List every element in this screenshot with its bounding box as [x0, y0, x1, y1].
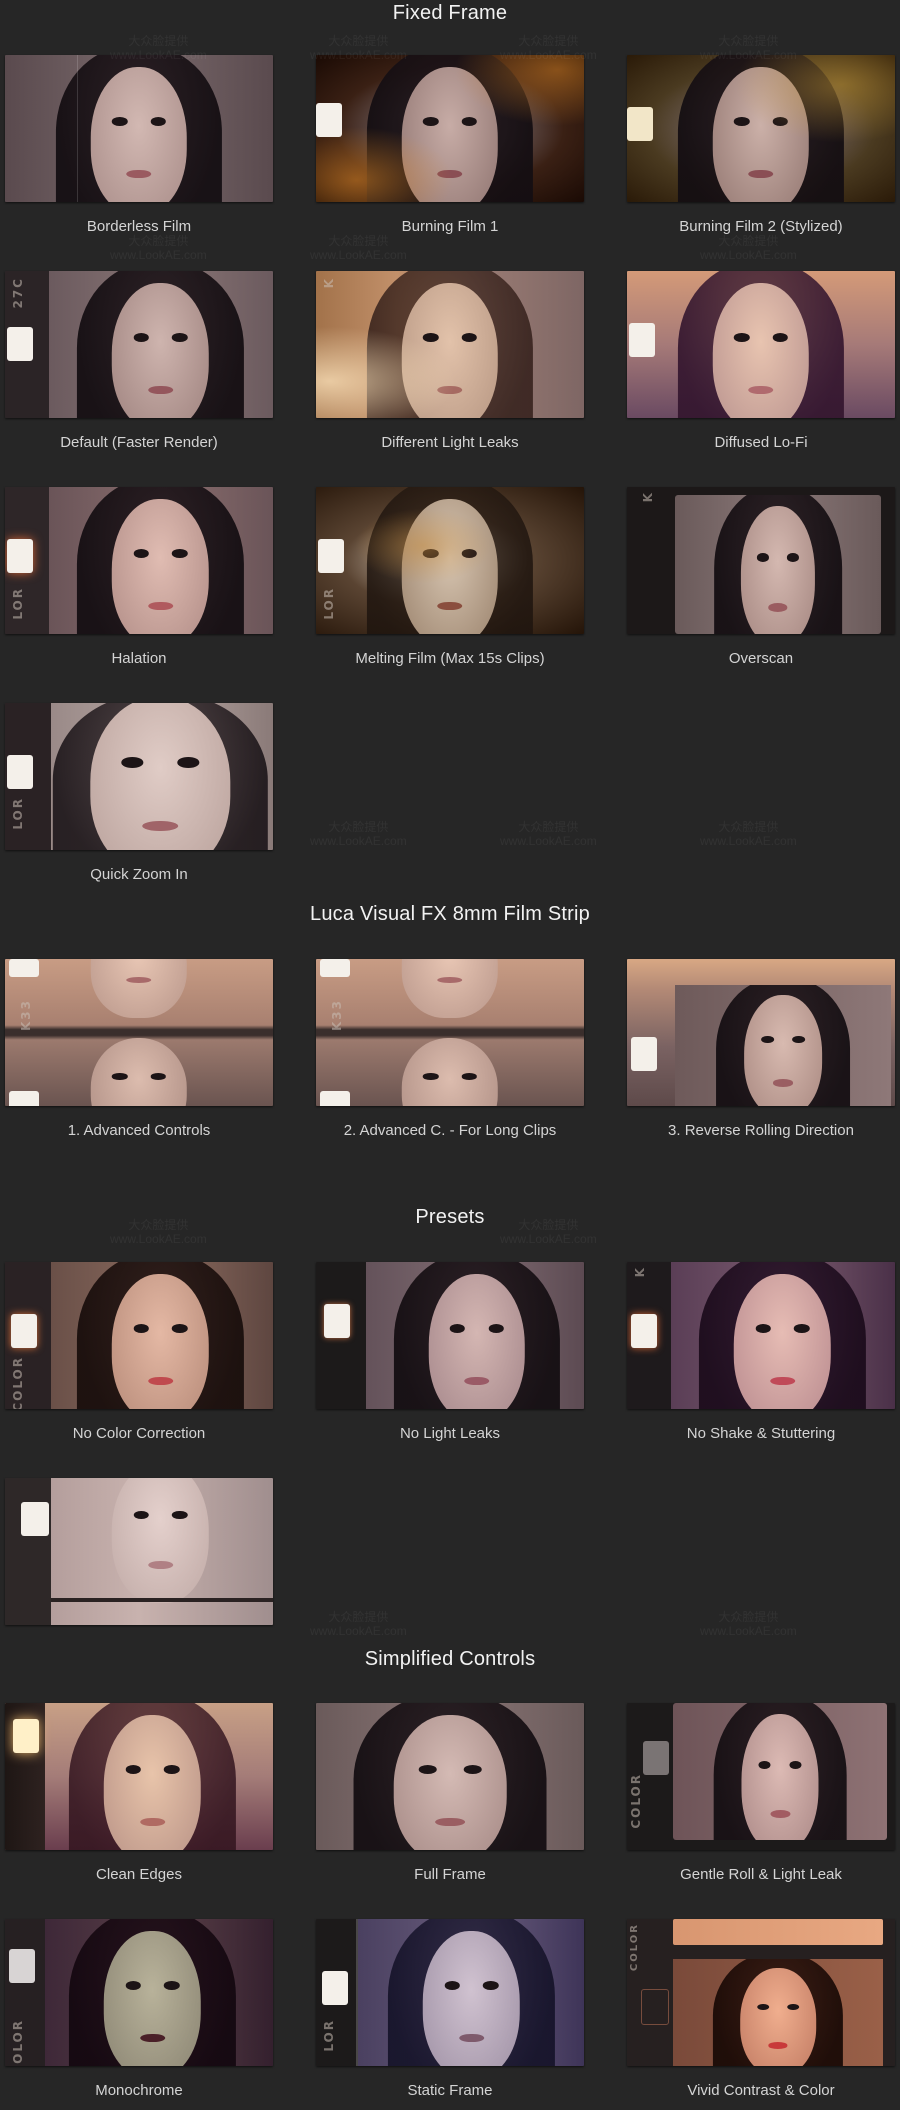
preset-tile-static-frame[interactable]: LOR Static Frame: [316, 1919, 584, 2099]
preset-thumbnail[interactable]: [316, 1703, 584, 1850]
watermark: 大众脸提供www.LookAE.com: [310, 820, 407, 848]
preset-name: Vivid Contrast & Color: [687, 2082, 835, 2099]
preset-thumbnail[interactable]: LOR: [316, 1919, 584, 2066]
preset-tile-advanced-controls[interactable]: K33 1. Advanced Controls: [5, 959, 273, 1139]
section-title-fixed-frame: Fixed Frame: [392, 2, 508, 24]
film-edge-code: COLOR: [11, 1356, 25, 1409]
preset-tile-no-shake-stuttering[interactable]: K No Shake & Stuttering: [627, 1262, 895, 1442]
preset-name: 2. Advanced C. - For Long Clips: [343, 1122, 557, 1139]
preset-thumbnail[interactable]: K: [627, 1262, 895, 1409]
preset-thumbnail[interactable]: COLOR: [627, 1919, 895, 2066]
preset-thumbnail[interactable]: [316, 55, 584, 202]
section-title-8mm-film-strip: Luca Visual FX 8mm Film Strip: [310, 903, 590, 925]
preset-thumbnail[interactable]: [316, 1262, 584, 1409]
preset-tile-overscan[interactable]: K Overscan: [627, 487, 895, 667]
preset-name: Static Frame: [407, 2082, 493, 2099]
preset-thumbnail[interactable]: [5, 1703, 273, 1850]
film-edge-code: COLOR: [629, 1773, 643, 1829]
watermark: 大众脸提供www.LookAE.com: [500, 820, 597, 848]
preset-thumbnail[interactable]: [5, 55, 273, 202]
preset-thumbnail[interactable]: K33: [5, 959, 273, 1106]
preset-thumbnail[interactable]: 27C: [5, 271, 273, 418]
preset-thumbnail[interactable]: COLOR: [5, 1262, 273, 1409]
film-edge-code: COLOR: [629, 1923, 640, 1972]
film-edge-code: LOR: [322, 2019, 336, 2052]
preset-tile-quick-zoom-in[interactable]: LOR Quick Zoom In: [5, 703, 273, 883]
preset-tile-vivid-contrast-color[interactable]: COLOR Vivid Contrast & Color: [627, 1919, 895, 2099]
preset-thumbnail[interactable]: [5, 1478, 273, 1625]
preset-tile-no-light-leaks[interactable]: No Light Leaks: [316, 1262, 584, 1442]
preset-thumbnail[interactable]: COLOR: [5, 1919, 273, 2066]
preset-tile-halation[interactable]: LOR Halation: [5, 487, 273, 667]
preset-thumbnail[interactable]: K: [316, 271, 584, 418]
watermark: 大众脸提供www.LookAE.com: [700, 1610, 797, 1638]
preset-name: Melting Film (Max 15s Clips): [355, 650, 545, 667]
preset-thumbnail[interactable]: K33: [316, 959, 584, 1106]
preset-tile-borderless-film[interactable]: Borderless Film: [5, 55, 273, 235]
film-edge-code: K: [641, 491, 655, 503]
film-edge-code: K33: [19, 999, 33, 1031]
preset-name: Monochrome: [95, 2082, 183, 2099]
preset-tile-full-frame[interactable]: Full Frame: [316, 1703, 584, 1883]
preset-thumbnail[interactable]: LOR: [316, 487, 584, 634]
preset-thumbnail[interactable]: COLOR: [627, 1703, 895, 1850]
film-edge-code: K: [633, 1266, 647, 1278]
film-edge-code: K: [322, 277, 336, 289]
preset-tile-burning-film-1[interactable]: Burning Film 1: [316, 55, 584, 235]
section-title-simplified-controls: Simplified Controls: [364, 1648, 536, 1670]
film-edge-code: LOR: [11, 587, 25, 620]
watermark: 大众脸提供www.LookAE.com: [110, 234, 207, 262]
preset-tile-different-light-leaks[interactable]: K Different Light Leaks: [316, 271, 584, 451]
preset-thumbnail[interactable]: [627, 55, 895, 202]
preset-thumbnail[interactable]: [627, 271, 895, 418]
film-edge-code: 27C: [11, 277, 25, 309]
preset-tile-no-color-correction[interactable]: COLOR No Color Correction: [5, 1262, 273, 1442]
preset-name: Halation: [111, 650, 167, 667]
section-title-presets: Presets: [415, 1206, 485, 1228]
preset-name: No Light Leaks: [399, 1425, 501, 1442]
preset-name: 1. Advanced Controls: [67, 1122, 211, 1139]
preset-thumbnail[interactable]: LOR: [5, 703, 273, 850]
preset-tile-rolling-strip[interactable]: [5, 1478, 273, 1641]
preset-tile-reverse-rolling-direction[interactable]: 3. Reverse Rolling Direction: [627, 959, 895, 1139]
film-edge-code: K33: [330, 999, 344, 1031]
preset-tile-melting-film[interactable]: LOR Melting Film (Max 15s Clips): [316, 487, 584, 667]
film-edge-code: LOR: [11, 797, 25, 830]
preset-name: 3. Reverse Rolling Direction: [668, 1122, 854, 1139]
preset-name: Diffused Lo-Fi: [714, 434, 808, 451]
preset-tile-default-faster-render[interactable]: 27C Default (Faster Render): [5, 271, 273, 451]
preset-thumbnail[interactable]: K: [627, 487, 895, 634]
preset-tile-advanced-c-for-long-clips[interactable]: K33 2. Advanced C. - For Long Clips: [316, 959, 584, 1139]
film-edge-code: LOR: [322, 587, 336, 620]
preset-name: Borderless Film: [86, 218, 192, 235]
film-edge-code: COLOR: [11, 2019, 25, 2066]
watermark: 大众脸提供www.LookAE.com: [310, 234, 407, 262]
preset-name: No Shake & Stuttering: [686, 1425, 836, 1442]
preset-name: Full Frame: [414, 1866, 486, 1883]
preset-name: Burning Film 2 (Stylized): [679, 218, 843, 235]
watermark: 大众脸提供www.LookAE.com: [310, 1610, 407, 1638]
preset-name: No Color Correction: [72, 1425, 206, 1442]
preset-tile-diffused-lo-fi[interactable]: Diffused Lo-Fi: [627, 271, 895, 451]
preset-name: Different Light Leaks: [381, 434, 519, 451]
preset-name: Gentle Roll & Light Leak: [680, 1866, 842, 1883]
preset-name: Quick Zoom In: [90, 866, 188, 883]
preset-tile-clean-edges[interactable]: Clean Edges: [5, 1703, 273, 1883]
preset-thumbnail[interactable]: LOR: [5, 487, 273, 634]
preset-name: Burning Film 1: [401, 218, 499, 235]
preset-thumbnail[interactable]: [627, 959, 895, 1106]
watermark: 大众脸提供www.LookAE.com: [700, 234, 797, 262]
preset-name: Clean Edges: [96, 1866, 182, 1883]
preset-name: Default (Faster Render): [60, 434, 218, 451]
preset-tile-monochrome[interactable]: COLOR Monochrome: [5, 1919, 273, 2099]
preset-tile-gentle-roll-light-leak[interactable]: COLOR Gentle Roll & Light Leak: [627, 1703, 895, 1883]
watermark: 大众脸提供www.LookAE.com: [700, 820, 797, 848]
preset-tile-burning-film-2-stylized[interactable]: Burning Film 2 (Stylized): [627, 55, 895, 235]
preset-name: Overscan: [728, 650, 794, 667]
